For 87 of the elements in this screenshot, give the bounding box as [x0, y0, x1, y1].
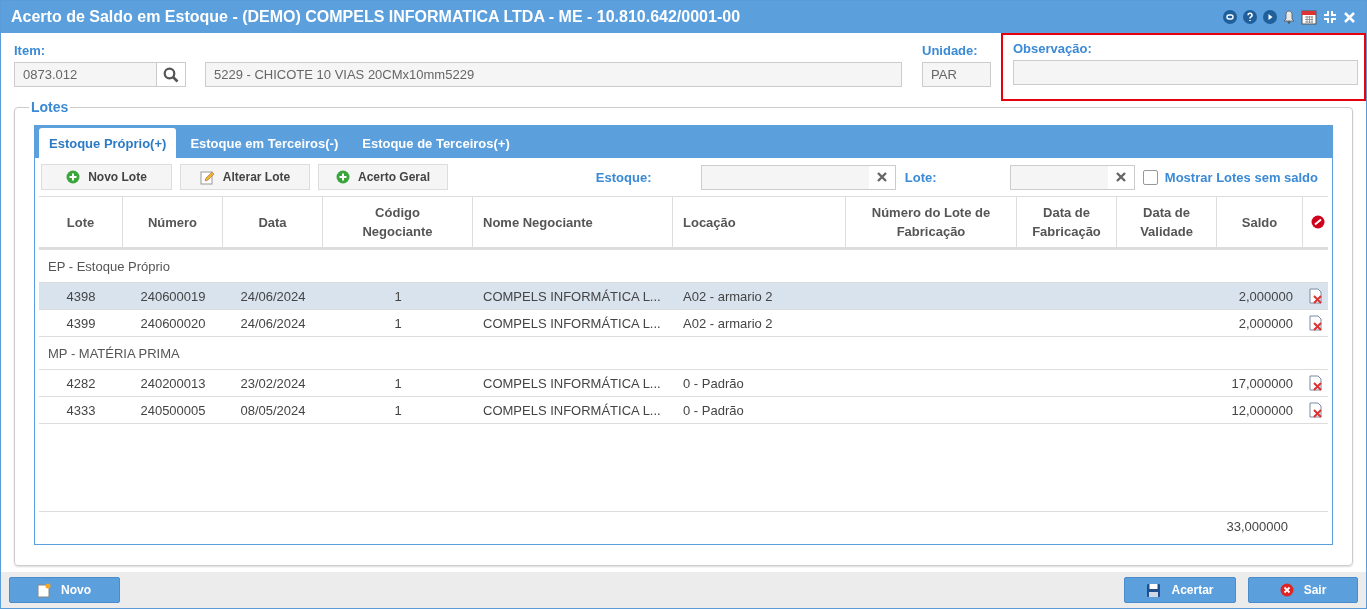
- table-cell: 4282: [66, 375, 96, 391]
- table-cell: 24/06/2024: [240, 315, 306, 331]
- search-button[interactable]: [157, 62, 186, 87]
- group-title: MP - MATÉRIA PRIMA: [48, 345, 180, 361]
- table-cell: COMPELS INFORMÁTICA L...: [483, 315, 661, 331]
- add-button[interactable]: Novo Lote: [41, 164, 172, 190]
- window-title: Acerto de Saldo em Estoque - (DEMO) COMPELS INFORMATICA LTDA - ME - 10.810.642/0001-00: [11, 8, 741, 26]
- table-cell: 2,000000: [1238, 315, 1293, 331]
- description-field: 5229 - CHICOTE 10 VIAS 20CMx10mm5229: [205, 62, 902, 87]
- filter-field[interactable]: [1009, 164, 1135, 190]
- column-header: Data: [223, 197, 323, 247]
- filter-label: Estoque:: [595, 169, 653, 185]
- table-cell: 240600020: [140, 315, 206, 331]
- table-cell: 1: [394, 315, 402, 331]
- plus-icon: [336, 170, 350, 184]
- new-document-icon: [37, 582, 51, 598]
- table-cell: 4333: [66, 402, 96, 418]
- table-cell: 24/06/2024: [240, 288, 306, 304]
- delete-document-icon[interactable]: [1307, 375, 1324, 391]
- clear-icon[interactable]: [1114, 171, 1127, 183]
- total-balance: 33,000000: [1226, 518, 1288, 534]
- checkbox[interactable]: [1142, 169, 1158, 185]
- tab[interactable]: Estoque Próprio(+): [39, 128, 177, 158]
- item-field[interactable]: 0873.012: [14, 62, 157, 87]
- observation-field[interactable]: [1013, 60, 1358, 85]
- save-icon: [1146, 582, 1162, 598]
- new-button[interactable]: Novo: [9, 577, 120, 603]
- minimize-icon[interactable]: [1223, 10, 1237, 24]
- column-header: Data de Validade: [1117, 197, 1217, 247]
- table-cell: 240600019: [140, 288, 206, 304]
- tab[interactable]: Estoque de Terceiros(+): [352, 128, 520, 158]
- pencil-icon: [199, 169, 215, 185]
- clear-icon[interactable]: [875, 171, 888, 183]
- table-cell: 23/02/2024: [240, 375, 306, 391]
- table-cell: 4398: [66, 288, 96, 304]
- table-cell: COMPELS INFORMÁTICA L...: [483, 375, 661, 391]
- help-icon[interactable]: [1243, 10, 1257, 24]
- column-header: Lote: [39, 197, 123, 247]
- add-button[interactable]: Acerto Geral: [318, 164, 448, 190]
- delete-document-icon[interactable]: [1307, 288, 1324, 304]
- table-cell: 240500005: [140, 402, 206, 418]
- lots-legend: Lotes: [29, 99, 71, 115]
- plus-icon: [66, 170, 81, 184]
- tab[interactable]: Estoque em Terceiros(-): [180, 128, 349, 158]
- table-cell: 4399: [66, 315, 96, 331]
- table-cell: 17,000000: [1231, 375, 1293, 391]
- checkbox-label[interactable]: Mostrar Lotes sem saldo: [1164, 169, 1318, 185]
- exit-button[interactable]: Sair: [1248, 577, 1358, 603]
- column-header: Nome Negociante: [473, 197, 673, 247]
- close-circle-icon: [1279, 583, 1294, 597]
- column-header: Código Negociante: [323, 197, 473, 247]
- edit-button[interactable]: Alterar Lote: [180, 164, 310, 190]
- table-cell: A02 - armario 2: [683, 288, 773, 304]
- table-cell: 240200013: [140, 375, 206, 391]
- table-cell: 08/05/2024: [240, 402, 306, 418]
- forbidden-icon[interactable]: [1311, 215, 1325, 229]
- unit-field: PAR: [922, 62, 991, 87]
- unit-label: Unidade:: [922, 43, 979, 58]
- calendar-icon[interactable]: [1301, 9, 1317, 25]
- table-cell: COMPELS INFORMÁTICA L...: [483, 402, 661, 418]
- filter-label: Lote:: [904, 169, 938, 185]
- column-header: Locação: [673, 197, 846, 247]
- collapse-icon[interactable]: [1323, 10, 1337, 24]
- table-cell: COMPELS INFORMÁTICA L...: [483, 288, 661, 304]
- table-cell: 1: [394, 288, 402, 304]
- close-icon[interactable]: [1343, 10, 1356, 24]
- search-icon: [163, 66, 179, 83]
- table-cell: 1: [394, 375, 402, 391]
- column-header: Número do Lote de Fabricação: [846, 197, 1017, 247]
- column-header: Número: [123, 197, 223, 247]
- observation-label: Observação:: [1013, 41, 1093, 56]
- play-icon[interactable]: [1263, 10, 1277, 24]
- column-header: Data de Fabricação: [1017, 197, 1117, 247]
- column-header: Saldo: [1217, 197, 1303, 247]
- table-cell: 0 - Padrão: [683, 375, 744, 391]
- table-cell: 1: [394, 402, 402, 418]
- group-title: EP - Estoque Próprio: [48, 258, 170, 274]
- delete-document-icon[interactable]: [1307, 315, 1324, 331]
- table-cell: 12,000000: [1231, 402, 1293, 418]
- filter-field[interactable]: [700, 164, 896, 190]
- table-cell: 0 - Padrão: [683, 402, 744, 418]
- bell-icon[interactable]: [1283, 10, 1295, 24]
- table-cell: 2,000000: [1238, 288, 1293, 304]
- delete-document-icon[interactable]: [1307, 402, 1324, 418]
- item-label: Item:: [14, 43, 47, 58]
- table-cell: A02 - armario 2: [683, 315, 773, 331]
- save-button[interactable]: Acertar: [1124, 577, 1236, 603]
